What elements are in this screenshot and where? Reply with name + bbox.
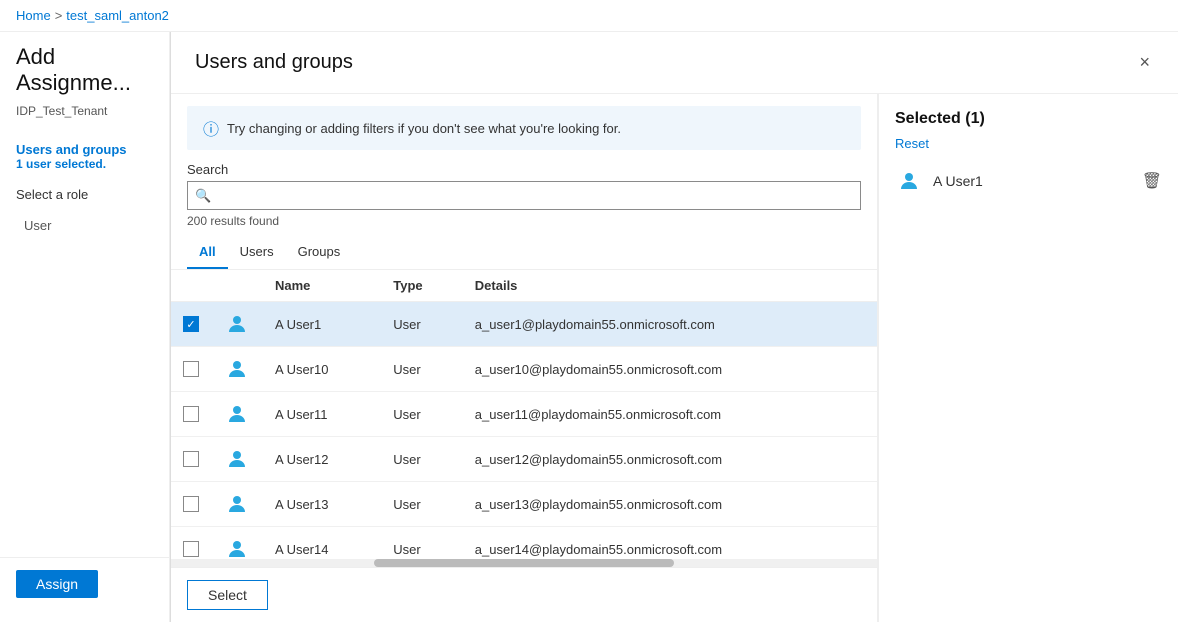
user-avatar [223,400,251,428]
cell-type: User [381,347,463,392]
col-check [171,270,211,302]
search-input[interactable] [187,181,861,210]
cell-name: A User12 [263,437,381,482]
sidebar-item-select-role-label: Select a role [16,187,153,202]
table-row[interactable]: A User10Usera_user10@playdomain55.onmicr… [171,347,877,392]
breadcrumb-separator: > [55,8,63,23]
col-avatar [211,270,263,302]
tab-all[interactable]: All [187,236,228,269]
table-row[interactable]: A User13Usera_user13@playdomain55.onmicr… [171,482,877,527]
selected-user-avatar [895,167,923,195]
breadcrumb-home[interactable]: Home [16,8,51,23]
user-avatar [223,490,251,518]
user-table-container: Name Type Details A User1Usera_user1@pla… [171,270,877,559]
cell-type: User [381,527,463,560]
col-details: Details [463,270,877,302]
breadcrumb-current[interactable]: test_saml_anton2 [66,8,169,23]
user-avatar [223,310,251,338]
sidebar-item-user-label: User [24,218,153,233]
selected-users-list: A User1 🗑 [895,159,1162,203]
selected-user-item: A User1 🗑 [895,159,1162,203]
table-row[interactable]: A User1Usera_user1@playdomain55.onmicros… [171,302,877,347]
sidebar-footer: Assign [0,557,169,610]
cell-name: A User11 [263,392,381,437]
cell-details: a_user10@playdomain55.onmicrosoft.com [463,347,877,392]
cell-type: User [381,302,463,347]
modal-panel: Users and groups × ⓘ Try changing or add… [170,32,1178,622]
cell-details: a_user14@playdomain55.onmicrosoft.com [463,527,877,560]
cell-details: a_user12@playdomain55.onmicrosoft.com [463,437,877,482]
modal-header: Users and groups × [171,32,1178,94]
sidebar: Add Assignme... IDP_Test_Tenant Users an… [0,32,170,622]
tabs: All Users Groups [171,236,877,270]
users-groups-badge: 1 user selected. [16,157,153,171]
search-icon: 🔍 [195,188,211,204]
select-button[interactable]: Select [187,580,268,610]
user-table: Name Type Details A User1Usera_user1@pla… [171,270,877,559]
tenant-name: IDP_Test_Tenant [0,104,169,134]
sidebar-item-user[interactable]: User [0,210,169,241]
search-label: Search [187,162,861,177]
cell-name: A User1 [263,302,381,347]
modal-body: ⓘ Try changing or adding filters if you … [171,94,1178,622]
cell-details: a_user1@playdomain55.onmicrosoft.com [463,302,877,347]
row-checkbox[interactable] [183,406,199,422]
cell-details: a_user11@playdomain55.onmicrosoft.com [463,392,877,437]
cell-type: User [381,437,463,482]
col-type: Type [381,270,463,302]
cell-details: a_user13@playdomain55.onmicrosoft.com [463,482,877,527]
sidebar-item-users-groups[interactable]: Users and groups 1 user selected. [0,134,169,179]
scroll-indicator [171,559,877,567]
cell-type: User [381,482,463,527]
modal-footer: Select [171,567,877,622]
cell-type: User [381,392,463,437]
user-avatar [223,445,251,473]
tab-users[interactable]: Users [228,236,286,269]
table-row[interactable]: A User11Usera_user11@playdomain55.onmicr… [171,392,877,437]
table-row[interactable]: A User14Usera_user14@playdomain55.onmicr… [171,527,877,560]
results-count: 200 results found [187,214,861,228]
row-checkbox[interactable] [183,451,199,467]
selected-panel: Selected (1) Reset A User1 🗑 [878,94,1178,622]
row-checkbox[interactable] [183,361,199,377]
row-checkbox[interactable] [183,496,199,512]
row-checkbox[interactable] [183,316,199,332]
col-name: Name [263,270,381,302]
modal-close-button[interactable]: × [1135,48,1154,77]
tab-groups[interactable]: Groups [286,236,353,269]
table-row[interactable]: A User12Usera_user12@playdomain55.onmicr… [171,437,877,482]
modal-title: Users and groups [195,51,353,74]
modal-left-panel: ⓘ Try changing or adding filters if you … [171,94,878,622]
user-avatar [223,535,251,559]
selected-header: Selected (1) [895,110,1162,128]
user-table-body: A User1Usera_user1@playdomain55.onmicros… [171,302,877,560]
cell-name: A User13 [263,482,381,527]
search-area: Search 🔍 200 results found [171,162,877,236]
selected-user-name: A User1 [933,173,1132,189]
page-title: Add Assignme... [0,44,169,104]
reset-link[interactable]: Reset [895,136,1162,151]
sidebar-item-select-role[interactable]: Select a role [0,179,169,210]
breadcrumb: Home > test_saml_anton2 [0,0,1178,32]
user-avatar [223,355,251,383]
cell-name: A User14 [263,527,381,560]
remove-user-button[interactable]: 🗑 [1142,171,1162,191]
row-checkbox[interactable] [183,541,199,557]
info-banner: ⓘ Try changing or adding filters if you … [187,106,861,150]
info-icon: ⓘ [203,116,219,140]
scroll-thumb[interactable] [374,559,674,567]
search-input-wrap: 🔍 [187,181,861,210]
assign-button[interactable]: Assign [16,570,98,598]
info-banner-text: Try changing or adding filters if you do… [227,121,621,136]
table-header-row: Name Type Details [171,270,877,302]
cell-name: A User10 [263,347,381,392]
sidebar-item-users-groups-label: Users and groups [16,142,153,157]
